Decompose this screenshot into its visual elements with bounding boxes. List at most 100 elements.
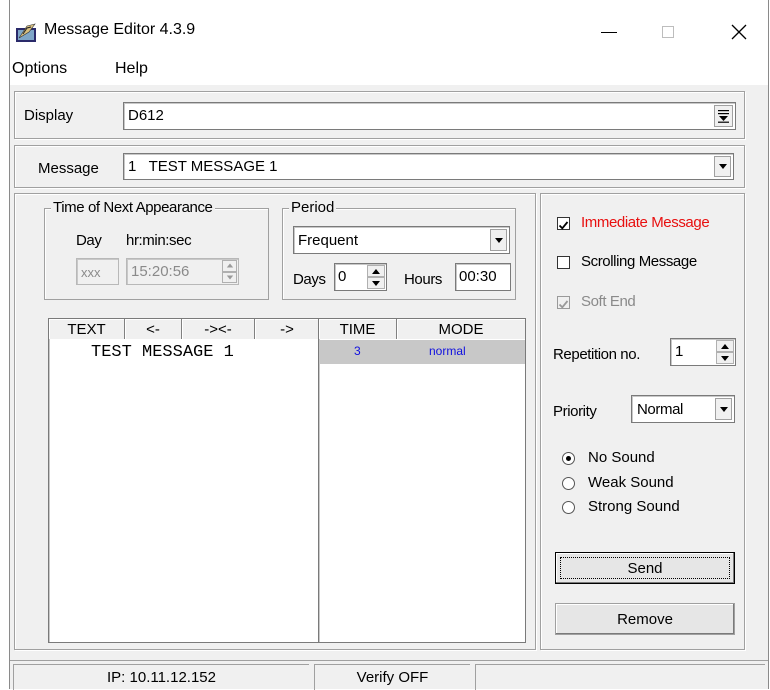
- day-label: Day: [76, 232, 102, 249]
- status-verify: Verify OFF: [314, 664, 470, 690]
- spin-up-button[interactable]: [367, 265, 385, 277]
- spin-up-icon: [372, 268, 380, 274]
- spin-up-icon: [721, 343, 729, 349]
- spin-down-icon: [226, 275, 233, 280]
- day-input[interactable]: xxx: [76, 258, 119, 285]
- display-value: D612: [128, 107, 164, 124]
- list-item[interactable]: TEST MESSAGE 1: [91, 343, 234, 362]
- days-input[interactable]: 0: [334, 263, 387, 291]
- checkbox-box: [557, 296, 570, 309]
- period-combo[interactable]: Frequent: [293, 226, 510, 254]
- soft-end-label: Soft End: [581, 293, 636, 310]
- minimize-icon: [601, 31, 617, 33]
- radio-circle: [562, 501, 575, 514]
- message-value: 1 TEST MESSAGE 1: [128, 158, 278, 175]
- scrolling-message-checkbox[interactable]: Scrolling Message: [555, 251, 745, 275]
- chevron-down-icon: [719, 406, 728, 412]
- priority-dropdown-button[interactable]: [715, 398, 732, 420]
- send-button[interactable]: Send: [555, 552, 735, 584]
- period-dropdown-button[interactable]: [490, 229, 507, 251]
- text-list-header: TEXT <- -><- ->: [49, 319, 319, 339]
- days-label: Days: [293, 271, 326, 288]
- message-editor-app-icon: [16, 23, 36, 42]
- period-value: Frequent: [298, 232, 359, 249]
- no-sound-label: No Sound: [588, 449, 655, 466]
- time-value: 15:20:56: [131, 263, 190, 280]
- close-icon: [731, 24, 747, 40]
- soft-end-checkbox[interactable]: Soft End: [555, 291, 745, 315]
- header-time[interactable]: TIME: [319, 319, 397, 339]
- minimize-button[interactable]: [586, 12, 632, 52]
- table-row[interactable]: 3 normal: [319, 340, 525, 364]
- header-align-left[interactable]: <-: [125, 319, 182, 339]
- repetition-spinner[interactable]: [716, 340, 734, 364]
- spin-up-button[interactable]: [716, 340, 734, 352]
- header-text[interactable]: TEXT: [49, 319, 125, 339]
- focus-rect: [560, 557, 730, 579]
- priority-label: Priority: [553, 403, 597, 420]
- header-mode[interactable]: MODE: [397, 319, 525, 339]
- time-next-title: Time of Next Appearance: [51, 199, 215, 216]
- repetition-label: Repetition no.: [553, 346, 640, 363]
- display-combo[interactable]: D612: [123, 102, 736, 130]
- spin-up-icon: [226, 263, 233, 268]
- message-dropdown-button[interactable]: [714, 156, 731, 177]
- hours-label: Hours: [404, 271, 443, 288]
- priority-combo[interactable]: Normal: [631, 395, 735, 423]
- header-align-center[interactable]: -><-: [182, 319, 255, 339]
- menu-help[interactable]: Help: [115, 60, 148, 78]
- strong-sound-radio[interactable]: Strong Sound: [562, 497, 732, 519]
- status-bar: IP: 10.11.12.152 Verify OFF: [10, 660, 768, 690]
- scrolling-message-label: Scrolling Message: [581, 253, 697, 270]
- checkmark-icon: [558, 300, 569, 309]
- header-align-right[interactable]: ->: [255, 319, 319, 339]
- spin-down-button[interactable]: [367, 277, 385, 289]
- no-sound-radio[interactable]: No Sound: [562, 448, 732, 470]
- strong-sound-label: Strong Sound: [588, 498, 680, 515]
- immediate-message-label: Immediate Message: [581, 214, 710, 231]
- weak-sound-radio[interactable]: Weak Sound: [562, 473, 732, 495]
- window-border-right: [768, 0, 769, 689]
- chevron-down-icon: [494, 237, 503, 243]
- spin-down-button[interactable]: [716, 352, 734, 364]
- checkbox-box: [557, 256, 570, 269]
- row-mode: normal: [429, 344, 466, 358]
- maximize-icon: [662, 26, 674, 38]
- checkbox-box: [557, 217, 570, 230]
- time-mode-header: TIME MODE: [319, 319, 525, 339]
- close-button[interactable]: [716, 12, 762, 52]
- spin-down-button[interactable]: [222, 271, 237, 283]
- maximize-button[interactable]: [645, 12, 691, 52]
- days-value: 0: [338, 268, 347, 285]
- chevron-down-icon: [718, 164, 727, 169]
- hours-input[interactable]: 00:30: [455, 263, 511, 291]
- time-mode-list[interactable]: TIME MODE 3 normal: [318, 318, 526, 643]
- message-label: Message: [38, 160, 99, 177]
- text-list[interactable]: TEXT <- -><- -> TEST MESSAGE 1: [48, 318, 320, 643]
- repetition-input[interactable]: 1: [670, 338, 736, 366]
- spin-up-button[interactable]: [222, 260, 237, 272]
- display-label: Display: [24, 107, 74, 124]
- time-next-group: Time of Next Appearance: [44, 199, 269, 300]
- spin-down-icon: [372, 280, 380, 286]
- hours-value: 00:30: [459, 268, 497, 285]
- radio-circle: [562, 477, 575, 490]
- window-title: Message Editor 4.3.9: [44, 21, 196, 38]
- days-spinner[interactable]: [367, 265, 385, 289]
- immediate-message-checkbox[interactable]: Immediate Message: [555, 212, 745, 236]
- display-list-button[interactable]: [714, 105, 733, 127]
- list-dropdown-icon: [718, 109, 729, 123]
- time-label: hr:min:sec: [126, 232, 192, 249]
- remove-button[interactable]: Remove: [555, 603, 735, 635]
- menu-options[interactable]: Options: [12, 60, 67, 78]
- message-combo[interactable]: 1 TEST MESSAGE 1: [123, 153, 734, 180]
- status-empty: [475, 664, 765, 690]
- time-input[interactable]: 15:20:56: [126, 258, 239, 285]
- menu-bar: Options Help: [10, 55, 768, 85]
- period-title: Period: [289, 199, 337, 216]
- radio-circle: [562, 452, 575, 465]
- day-value: xxx: [81, 265, 101, 280]
- status-ip: IP: 10.11.12.152: [13, 664, 309, 690]
- time-spinner[interactable]: [222, 260, 237, 283]
- remove-button-label: Remove: [617, 610, 673, 628]
